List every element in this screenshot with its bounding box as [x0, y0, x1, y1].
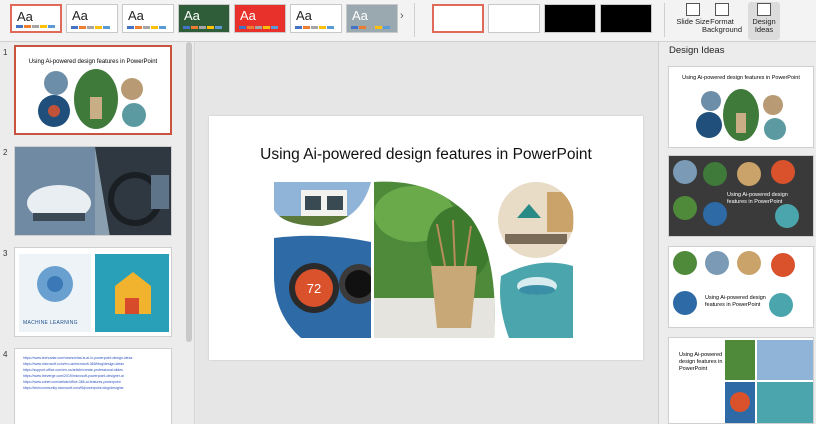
- machine-learning-caption: MACHINE LEARNING: [23, 320, 78, 326]
- idea-3-title: Using Ai-powered design features in Powe…: [705, 295, 766, 308]
- design-idea-4[interactable]: Using Ai-powered design features in Powe…: [668, 337, 814, 424]
- theme-option[interactable]: Aa: [290, 4, 342, 33]
- design-ideas-pane: Design Ideas Using Ai-powered design fea…: [658, 42, 816, 424]
- theme-color-swatches: [127, 26, 166, 29]
- thermostat-photo: [274, 235, 371, 338]
- theme-color-swatches: [239, 26, 278, 29]
- slide-editing-canvas: Using Ai-powered design features in Powe…: [196, 42, 658, 424]
- idea-4-preview: [725, 340, 813, 423]
- slide-number: 1: [3, 48, 8, 57]
- theme-option[interactable]: Aa: [10, 4, 62, 33]
- slide-2-preview: [15, 147, 171, 235]
- themes-scroll-right-icon[interactable]: ›: [400, 10, 408, 26]
- design-ideas-icon: [757, 3, 771, 16]
- idea-3-preview: [673, 251, 795, 317]
- slide-1-preview: Using Ai-powered design features in Powe…: [29, 59, 158, 129]
- theme-color-swatches: [16, 25, 55, 28]
- design-idea-1[interactable]: Using Ai-powered design features in Powe…: [668, 66, 814, 148]
- theme-option[interactable]: Aa: [178, 4, 230, 33]
- slide-4-links: https://www.techradar.com/news/what-is-a…: [23, 355, 132, 391]
- theme-option[interactable]: Aa: [346, 4, 398, 33]
- design-ideas-header: Design Ideas: [669, 45, 725, 56]
- slide-thumbnail-4[interactable]: https://www.techradar.com/news/what-is-a…: [14, 348, 172, 424]
- theme-option[interactable]: Aa: [66, 4, 118, 33]
- slide-thumbnail-pane: 1 Using Ai-powered design features in Po…: [0, 42, 195, 424]
- thumbnail-scrollbar[interactable]: [186, 42, 192, 342]
- variant-option[interactable]: [488, 4, 540, 33]
- water-dome-photo: [500, 262, 573, 338]
- slide-thumbnail-3[interactable]: MACHINE LEARNING: [14, 247, 172, 337]
- theme-label: Aa: [240, 8, 256, 23]
- theme-color-swatches: [351, 26, 390, 29]
- design-ideas-button[interactable]: Design Ideas: [748, 2, 780, 40]
- theme-label: Aa: [352, 8, 368, 23]
- idea-1-title: Using Ai-powered design features in Powe…: [682, 75, 800, 81]
- slide-4-link: https://techcommunity.microsoft.com/t5/p…: [23, 386, 124, 390]
- slide-thumbnail-1[interactable]: Using Ai-powered design features in Powe…: [14, 45, 172, 135]
- idea-4-title: Using Ai-powered design features in Powe…: [679, 352, 723, 372]
- house-photo: [274, 182, 371, 226]
- design-idea-2[interactable]: Using Ai-powered design features in Powe…: [668, 155, 814, 237]
- variant-option[interactable]: [432, 4, 484, 33]
- slide-thumbnail-2[interactable]: [14, 146, 172, 236]
- slide-number: 2: [3, 148, 8, 157]
- theme-label: Aa: [72, 8, 88, 23]
- plant-cup-photo: [374, 181, 495, 339]
- ribbon-divider: [664, 3, 665, 37]
- theme-label: Aa: [296, 8, 312, 23]
- format-background-button[interactable]: Format Background: [700, 2, 744, 40]
- ribbon-divider: [414, 3, 415, 37]
- design-ribbon: Aa Aa Aa Aa Aa Aa Aa › Slide Size Format Backg…: [0, 0, 816, 42]
- theme-label: Aa: [128, 8, 144, 23]
- thermostat-reading: 72: [307, 281, 321, 296]
- theme-color-swatches: [295, 26, 334, 29]
- format-background-icon: [715, 3, 729, 16]
- theme-label: Aa: [17, 9, 33, 24]
- theme-option[interactable]: Aa: [234, 4, 286, 33]
- slide-photo-collage: 72: [274, 181, 574, 339]
- slide-1-title: Using Ai-powered design features in Powe…: [29, 59, 158, 65]
- theme-label: Aa: [184, 8, 200, 23]
- theme-option[interactable]: Aa: [122, 4, 174, 33]
- variant-option[interactable]: [600, 4, 652, 33]
- design-ideas-label: Design Ideas: [752, 17, 776, 34]
- printer-photo: [498, 182, 574, 258]
- variant-option[interactable]: [544, 4, 596, 33]
- theme-color-swatches: [183, 26, 222, 29]
- format-background-label: Format Background: [701, 17, 743, 34]
- slide-number: 3: [3, 249, 8, 258]
- idea-2-title: Using Ai-powered design features in Powe…: [727, 192, 788, 205]
- slide-size-icon: [686, 3, 700, 16]
- design-idea-3[interactable]: Using Ai-powered design features in Powe…: [668, 246, 814, 328]
- slide-number: 4: [3, 350, 8, 359]
- theme-color-swatches: [71, 26, 110, 29]
- current-slide[interactable]: Using Ai-powered design features in Powe…: [209, 116, 643, 360]
